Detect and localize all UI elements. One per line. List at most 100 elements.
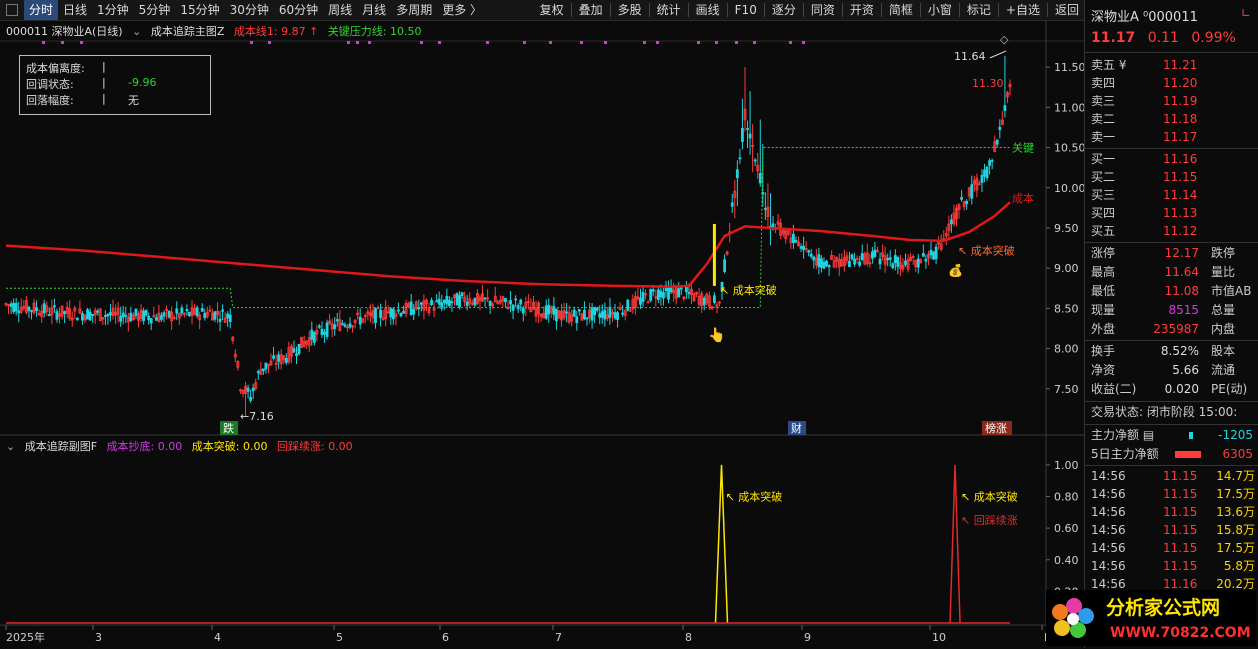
- signal-dot: [802, 41, 805, 44]
- sub-breakout-label-2: ↖ 成本突破: [961, 490, 1018, 504]
- candle-body: [473, 297, 477, 306]
- signal-dot: [368, 41, 371, 44]
- candle-body: [850, 254, 854, 260]
- period-tab[interactable]: 5分钟: [134, 0, 176, 20]
- chart-header: 000011 深物业A(日线) ⌄ 成本追踪主图Z 成本线1: 9.87 ↑ 关…: [6, 23, 428, 39]
- candle-body: [109, 312, 112, 316]
- candle-body: [455, 293, 459, 306]
- candle-body: [397, 309, 400, 312]
- candle-body: [924, 258, 928, 262]
- candle-body: [226, 313, 230, 319]
- candle-body: [753, 159, 757, 162]
- kline-chart: 7.50 8.00 8.50 9.00 9.50 10.00 10.50 11.00 11.50…: [0, 21, 1084, 644]
- sub-series-3: 回踩续涨: 0.00: [276, 440, 353, 453]
- toolbar-button[interactable]: +自选: [1001, 0, 1045, 20]
- toolbar-button[interactable]: 标记: [962, 0, 996, 20]
- period-tab[interactable]: 多周期: [391, 0, 437, 20]
- y-tick-label: 8.00: [1054, 343, 1079, 356]
- candle-body: [409, 301, 413, 316]
- window-icon[interactable]: [6, 4, 18, 16]
- stat-row: 收益(二) 0.020 PE(动): [1091, 382, 1248, 396]
- candle-body: [81, 313, 84, 321]
- period-tab[interactable]: 1分钟: [92, 0, 134, 20]
- candle-body: [886, 258, 890, 261]
- signal-dot: [715, 41, 718, 44]
- signal-dot: [42, 41, 45, 44]
- cost-line: [5, 201, 1011, 288]
- candle-body: [91, 313, 95, 316]
- period-tab[interactable]: 15分钟: [175, 0, 224, 20]
- toolbar-button[interactable]: 画线: [691, 0, 725, 20]
- bid-row: 买四 11.13: [1091, 206, 1198, 220]
- candle-body: [419, 302, 423, 305]
- candle-body: [430, 299, 433, 305]
- toolbar-button[interactable]: 简框: [884, 0, 918, 20]
- stat-row: 现量 8515 总量: [1091, 303, 1236, 317]
- signal-dot: [356, 41, 359, 44]
- candle-body: [402, 311, 405, 314]
- candle-body: [175, 308, 179, 314]
- chevron-icon[interactable]: ∟: [1241, 6, 1251, 20]
- stock-label[interactable]: 000011 深物业A(日线): [6, 25, 123, 38]
- toolbar-button[interactable]: 同资: [806, 0, 840, 20]
- sub-series-2: 成本突破: 0.00: [191, 440, 268, 453]
- candle-body: [723, 259, 726, 272]
- period-tab[interactable]: 周线: [323, 0, 357, 20]
- period-tab[interactable]: 30分钟: [225, 0, 274, 20]
- signal-dot: [420, 41, 423, 44]
- chevron-down-icon[interactable]: ⌄: [6, 440, 15, 453]
- candle-body: [572, 309, 576, 317]
- signal-dot: [604, 41, 607, 44]
- signal-dot: [268, 41, 271, 44]
- toolbar-button[interactable]: 复权: [535, 0, 569, 20]
- toolbar-button[interactable]: 逐分: [767, 0, 801, 20]
- candle-body: [412, 309, 416, 315]
- candle-body: [575, 316, 579, 324]
- candle-body: [509, 299, 512, 305]
- y-tick-label: 7.50: [1054, 383, 1079, 396]
- toolbar-button[interactable]: 返回: [1050, 0, 1084, 20]
- signal-dot: [523, 41, 526, 44]
- candle-body: [934, 246, 938, 260]
- period-tab[interactable]: 日线: [58, 0, 92, 20]
- toolbar-button[interactable]: 统计: [652, 0, 686, 20]
- candle-body: [119, 315, 123, 322]
- candle-body: [684, 286, 688, 293]
- candle-body: [995, 139, 999, 145]
- candle-body: [758, 173, 762, 184]
- toolbar-button[interactable]: 小窗: [923, 0, 957, 20]
- signal-dot: [656, 41, 659, 44]
- candle-body: [134, 308, 138, 316]
- chevron-down-icon[interactable]: ⌄: [132, 25, 141, 38]
- candle-body: [687, 292, 691, 295]
- toolbar-button[interactable]: 叠加: [574, 0, 608, 20]
- candle-body: [399, 312, 403, 317]
- tick-row: 14:56 11.15 15.8万: [1091, 523, 1255, 537]
- period-tab[interactable]: 60分钟: [274, 0, 323, 20]
- candle-body: [809, 253, 813, 257]
- candle-body: [738, 157, 742, 160]
- toolbar-button[interactable]: 多股: [613, 0, 647, 20]
- candle-body: [447, 299, 451, 307]
- period-tab[interactable]: 更多 〉: [437, 0, 487, 20]
- signal-dot: [486, 41, 489, 44]
- toolbar-button[interactable]: 开资: [845, 0, 879, 20]
- badge-cai: 财: [791, 421, 802, 435]
- candle-body: [792, 233, 795, 244]
- ask-row: 卖一 11.17: [1091, 130, 1198, 144]
- candle-body: [893, 255, 897, 264]
- signal-dot: [735, 41, 738, 44]
- breakout-label-2: ↖ 成本突破: [958, 243, 1015, 257]
- period-tab[interactable]: 月线: [357, 0, 391, 20]
- period-tab[interactable]: 分时: [24, 0, 59, 20]
- candle-body: [593, 306, 597, 316]
- ask-row: 卖五 ¥11.21: [1091, 58, 1198, 72]
- toolbar-button[interactable]: F10: [730, 0, 762, 20]
- candle-body: [848, 260, 851, 268]
- sub-indicator-label[interactable]: 成本追踪副图F: [25, 440, 97, 453]
- breakout-spike: [714, 464, 729, 624]
- indicator-label[interactable]: 成本追踪主图Z: [151, 25, 225, 38]
- candle-body: [284, 357, 288, 363]
- tick-row: 14:56 11.15 14.7万: [1091, 469, 1255, 483]
- up-arrow-icon: ↑: [309, 25, 319, 38]
